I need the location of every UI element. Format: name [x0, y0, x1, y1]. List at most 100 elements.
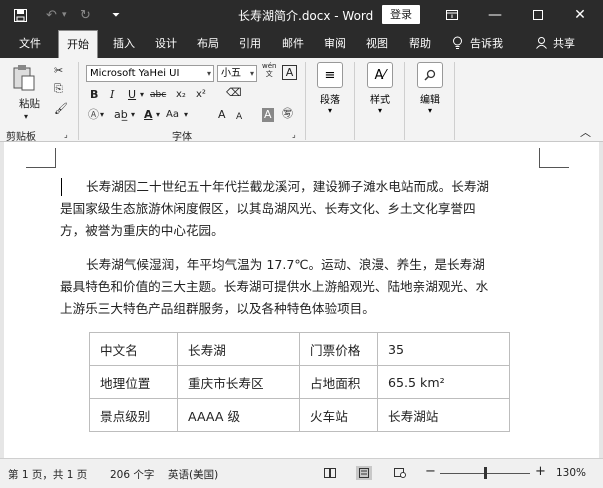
- word-count[interactable]: 206 个字: [110, 467, 154, 482]
- page-count[interactable]: 第 1 页，共 1 页: [8, 467, 87, 482]
- enclose-characters-icon[interactable]: ㊢: [282, 107, 293, 121]
- chevron-down-icon: ▾: [427, 106, 432, 115]
- grow-font-button[interactable]: A: [218, 108, 226, 122]
- table-cell[interactable]: 65.5 km²: [377, 365, 510, 399]
- table-cell[interactable]: 长寿湖站: [377, 398, 510, 432]
- table-cell[interactable]: 中文名: [89, 332, 178, 366]
- table-cell[interactable]: 地理位置: [89, 365, 178, 399]
- print-layout-icon[interactable]: [356, 466, 372, 480]
- share-button[interactable]: 共享: [553, 30, 575, 58]
- tab-help[interactable]: 帮助: [409, 30, 431, 58]
- tab-references[interactable]: 引用: [239, 30, 261, 58]
- bold-button[interactable]: B: [90, 88, 98, 102]
- document-page[interactable]: 长寿湖因二十世纪五十年代拦截龙溪河，建设狮子滩水电站而成。长寿湖 是国家级生态旅…: [4, 142, 599, 458]
- line: 是国家级生态旅游休闲度假区，以其岛湖风光、长寿文化、乡土文化享誉四: [60, 201, 476, 216]
- separator: [404, 62, 405, 140]
- chevron-down-icon: ▾: [184, 110, 189, 119]
- italic-button[interactable]: I: [110, 88, 114, 102]
- language-indicator[interactable]: 英语(美国): [168, 467, 218, 482]
- zoom-out-button[interactable]: −: [425, 464, 436, 479]
- cut-icon[interactable]: ✂: [54, 64, 63, 78]
- clear-formatting-icon[interactable]: ⌫: [226, 86, 242, 100]
- tab-design[interactable]: 设计: [155, 30, 177, 58]
- styles-button[interactable]: A⁄ 样式 ▾: [362, 62, 398, 115]
- margin-mark-right: [539, 148, 569, 168]
- format-painter-icon[interactable]: 🖌: [54, 102, 68, 116]
- ribbon-display-options-icon[interactable]: [434, 0, 470, 30]
- separator: [454, 62, 455, 140]
- line: 最具特色和价值的三大主题。长寿湖可提供水上游船观光、陆地亲湖观光、水: [60, 279, 489, 294]
- table-cell[interactable]: AAAA 级: [177, 398, 300, 432]
- undo-dropdown-icon[interactable]: ▾: [62, 0, 67, 30]
- chevron-down-icon: ▾: [131, 110, 136, 119]
- table-cell[interactable]: 景点级别: [89, 398, 178, 432]
- font-group-label: 字体: [172, 132, 192, 143]
- tab-insert[interactable]: 插入: [113, 30, 135, 58]
- font-launcher-icon[interactable]: ⌟: [292, 128, 296, 142]
- paste-label: 粘贴: [19, 98, 40, 110]
- copy-icon[interactable]: ⎘: [54, 82, 63, 96]
- tab-view[interactable]: 视图: [366, 30, 388, 58]
- table-cell[interactable]: 长寿湖: [177, 332, 300, 366]
- restore-icon[interactable]: [520, 0, 556, 30]
- paragraph-button[interactable]: ≡ 段落 ▾: [312, 62, 348, 115]
- web-layout-icon[interactable]: [392, 466, 408, 480]
- separator: [354, 62, 355, 140]
- close-icon[interactable]: ✕: [562, 0, 598, 30]
- line: 长寿湖因二十世纪五十年代拦截龙溪河，建设狮子滩水电站而成。长寿湖: [86, 179, 489, 194]
- customize-qat-icon[interactable]: ⏷: [112, 0, 120, 30]
- table-row: 中文名 长寿湖 门票价格 35: [89, 332, 510, 366]
- table-cell[interactable]: 占地面积: [299, 365, 378, 399]
- table-cell[interactable]: 门票价格: [299, 332, 378, 366]
- shrink-font-button[interactable]: A: [236, 110, 242, 124]
- save-icon[interactable]: [14, 0, 27, 30]
- login-button[interactable]: 登录: [382, 5, 420, 24]
- tab-file[interactable]: 文件: [19, 30, 41, 58]
- document-area: 长寿湖因二十世纪五十年代拦截龙溪河，建设狮子滩水电站而成。长寿湖 是国家级生态旅…: [0, 142, 603, 458]
- tell-me-search[interactable]: 告诉我: [470, 30, 503, 58]
- character-border-icon[interactable]: A: [282, 65, 297, 80]
- table-cell[interactable]: 35: [377, 332, 510, 366]
- paste-icon: [12, 64, 36, 96]
- chevron-down-icon: ▾: [249, 69, 254, 78]
- styles-icon: A⁄: [367, 62, 393, 88]
- tab-mailings[interactable]: 邮件: [282, 30, 304, 58]
- zoom-level[interactable]: 130%: [556, 467, 586, 479]
- minimize-icon[interactable]: —: [477, 0, 513, 30]
- font-size-value: 小五: [221, 68, 241, 79]
- font-size-box[interactable]: 小五 ▾: [217, 65, 257, 82]
- editing-button[interactable]: 编辑 ▾: [412, 62, 448, 115]
- highlight-icon[interactable]: ab̲: [114, 108, 128, 122]
- table-cell[interactable]: 重庆市长寿区: [177, 365, 300, 399]
- clipboard-launcher-icon[interactable]: ⌟: [64, 128, 68, 142]
- title-bar: ↶ ▾ ↻ ⏷ 长寿湖简介.docx - Word 登录 — ✕: [0, 0, 603, 30]
- change-case-button[interactable]: Aa: [166, 108, 179, 122]
- search-icon: [417, 62, 443, 88]
- underline-button[interactable]: U: [128, 88, 136, 102]
- styles-label: 样式: [370, 95, 390, 106]
- tab-review[interactable]: 审阅: [324, 30, 346, 58]
- character-shading-icon[interactable]: A: [262, 108, 274, 122]
- undo-icon[interactable]: ↶: [46, 0, 57, 30]
- font-name-box[interactable]: Microsoft YaHei UI ▾: [86, 65, 214, 82]
- phonetic-guide-icon[interactable]: wén 文: [262, 62, 276, 78]
- superscript-button[interactable]: x²: [196, 88, 206, 102]
- table-cell[interactable]: 火车站: [299, 398, 378, 432]
- strikethrough-button[interactable]: abc: [150, 88, 166, 102]
- chevron-down-icon[interactable]: ▾: [140, 88, 144, 102]
- redo-icon[interactable]: ↻: [80, 0, 91, 30]
- tab-layout[interactable]: 布局: [197, 30, 219, 58]
- collapse-ribbon-icon[interactable]: ︿: [580, 126, 591, 140]
- zoom-slider-thumb[interactable]: [484, 467, 487, 479]
- ribbon-tabs: 文件 开始 插入 设计 布局 引用 邮件 审阅 视图 帮助 告诉我 共享: [0, 30, 603, 58]
- text-effects-icon[interactable]: Ⓐ: [88, 108, 99, 122]
- info-table: 中文名 长寿湖 门票价格 35 地理位置 重庆市长寿区 占地面积 65.5 km…: [89, 332, 510, 432]
- read-mode-icon[interactable]: [322, 466, 338, 480]
- tab-home[interactable]: 开始: [58, 30, 98, 58]
- zoom-in-button[interactable]: +: [535, 464, 546, 479]
- subscript-button[interactable]: x₂: [176, 88, 186, 102]
- chevron-down-icon: ▾: [100, 110, 105, 119]
- clipboard-group-label: 剪贴板: [6, 132, 36, 143]
- window-title: 长寿湖简介.docx - Word: [238, 9, 374, 23]
- font-color-icon[interactable]: A: [144, 108, 153, 122]
